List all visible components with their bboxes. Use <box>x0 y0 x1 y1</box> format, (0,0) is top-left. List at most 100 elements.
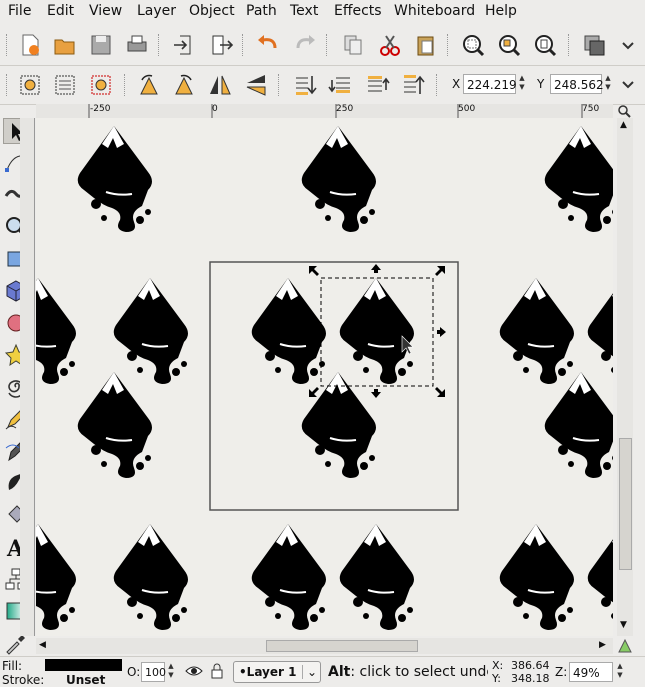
logo <box>498 277 575 385</box>
menu-help[interactable]: Help <box>485 3 517 19</box>
menu-edit[interactable]: Edit <box>47 3 74 19</box>
lower-icon[interactable] <box>328 72 354 98</box>
stroke-value[interactable]: Unset <box>66 673 105 687</box>
menu-layer[interactable]: Layer <box>137 3 176 19</box>
save-icon[interactable] <box>88 32 114 58</box>
print-icon[interactable] <box>124 32 150 58</box>
zoom-page-icon[interactable] <box>532 32 558 58</box>
toolbar-grip <box>6 74 11 96</box>
scroll-left-icon[interactable]: ◀ <box>39 640 46 650</box>
horizontal-scrollbar[interactable]: ◀ ▶ <box>36 638 613 654</box>
menu-view[interactable]: View <box>89 3 122 19</box>
select-all-icon[interactable] <box>17 72 43 98</box>
logo <box>543 125 613 233</box>
chevron-down-icon[interactable] <box>615 71 641 97</box>
layer-dropdown[interactable]: •Layer 1 ⌄ <box>233 661 321 683</box>
y-spinner[interactable]: ▲ ▼ <box>602 74 614 94</box>
menu-whiteboard[interactable]: Whiteboard <box>394 3 475 19</box>
open-icon[interactable] <box>52 32 78 58</box>
copy-icon[interactable] <box>340 32 366 58</box>
commands-toolbar <box>0 25 645 66</box>
cursor-x-label: X: <box>492 659 504 672</box>
scroll-down-icon[interactable]: ▼ <box>620 620 627 630</box>
separator <box>436 74 441 96</box>
logo <box>338 523 415 631</box>
select-all-layers-icon[interactable] <box>52 72 78 98</box>
status-message-text: : click to select unde... <box>350 664 488 680</box>
vertical-scrollbar[interactable]: ▲ ▼ <box>617 118 633 636</box>
menu-effects[interactable]: Effects <box>334 3 382 19</box>
redo-icon[interactable] <box>292 32 318 58</box>
fill-label: Fill: <box>2 659 23 673</box>
logo <box>543 371 613 479</box>
drawing-canvas[interactable] <box>36 118 613 636</box>
separator <box>278 74 283 96</box>
zoom-selection-icon[interactable] <box>460 32 486 58</box>
vertical-scroll-thumb[interactable] <box>619 438 632 570</box>
zoom-input[interactable]: 49% <box>569 662 613 682</box>
logo <box>586 523 613 631</box>
menu-path[interactable]: Path <box>246 3 277 19</box>
logo <box>112 277 189 385</box>
statusbar: Fill: Stroke: Unset O: 100 ▲ ▼ •Layer 1 ⌄… <box>0 656 645 687</box>
y-coordinate-input[interactable]: 248.562 <box>550 74 604 94</box>
flip-horizontal-icon[interactable] <box>207 72 233 98</box>
deselect-icon[interactable] <box>88 72 114 98</box>
separator <box>326 34 331 56</box>
logo <box>112 523 189 631</box>
logo <box>300 371 377 479</box>
opacity-spinner[interactable]: ▲ ▼ <box>165 662 177 682</box>
zoom-spinner[interactable]: ▲ ▼ <box>614 662 626 682</box>
zoom-label: Z: <box>555 665 568 679</box>
opacity-label: O: <box>127 665 141 679</box>
zoom-drawing-icon[interactable] <box>496 32 522 58</box>
document-properties-icon[interactable] <box>581 32 607 58</box>
eye-icon[interactable] <box>185 663 203 679</box>
lower-to-bottom-icon[interactable] <box>292 72 318 98</box>
logo <box>586 277 613 385</box>
paste-icon[interactable] <box>413 32 439 58</box>
status-message-bold: Alt <box>328 664 351 680</box>
horizontal-scroll-thumb[interactable] <box>266 640 418 652</box>
vertical-ruler <box>20 118 35 636</box>
export-icon[interactable] <box>208 32 234 58</box>
cursor-x-value: 386.64 <box>511 659 550 672</box>
menu-file[interactable]: File <box>8 3 31 19</box>
scroll-right-icon[interactable]: ▶ <box>599 640 606 650</box>
logo <box>76 371 153 479</box>
fill-swatch[interactable] <box>45 659 122 671</box>
chevron-down-icon[interactable] <box>615 32 641 58</box>
drawing <box>36 125 613 631</box>
zoom-corner-icon[interactable] <box>615 104 633 118</box>
logo <box>36 523 77 631</box>
separator <box>124 74 129 96</box>
cut-icon[interactable] <box>377 32 403 58</box>
new-document-icon[interactable] <box>17 32 43 58</box>
cursor-y-label: Y: <box>492 672 501 685</box>
chevron-down-icon: ⌄ <box>302 665 317 679</box>
menu-object[interactable]: Object <box>189 3 235 19</box>
logo <box>300 125 377 233</box>
undo-icon[interactable] <box>255 32 281 58</box>
logo <box>498 523 575 631</box>
flip-vertical-icon[interactable] <box>243 72 269 98</box>
logo <box>36 277 77 385</box>
rotate-ccw-icon[interactable] <box>136 72 162 98</box>
logo <box>76 125 153 233</box>
menu-text[interactable]: Text <box>290 3 318 19</box>
import-icon[interactable] <box>172 32 198 58</box>
toolbar-grip <box>6 34 11 56</box>
rotate-cw-icon[interactable] <box>171 72 197 98</box>
lock-icon[interactable] <box>209 663 225 679</box>
opacity-input[interactable]: 100 <box>141 662 166 682</box>
x-coordinate-input[interactable]: 224.219 <box>463 74 517 94</box>
raise-to-top-icon[interactable] <box>400 72 426 98</box>
separator <box>242 34 247 56</box>
color-manage-icon[interactable] <box>617 638 633 654</box>
raise-icon[interactable] <box>364 72 390 98</box>
logo <box>250 523 327 631</box>
x-spinner[interactable]: ▲ ▼ <box>516 74 528 94</box>
x-label: X <box>452 77 461 91</box>
layer-name: •Layer 1 <box>239 665 297 679</box>
scroll-up-icon[interactable]: ▲ <box>620 120 627 130</box>
